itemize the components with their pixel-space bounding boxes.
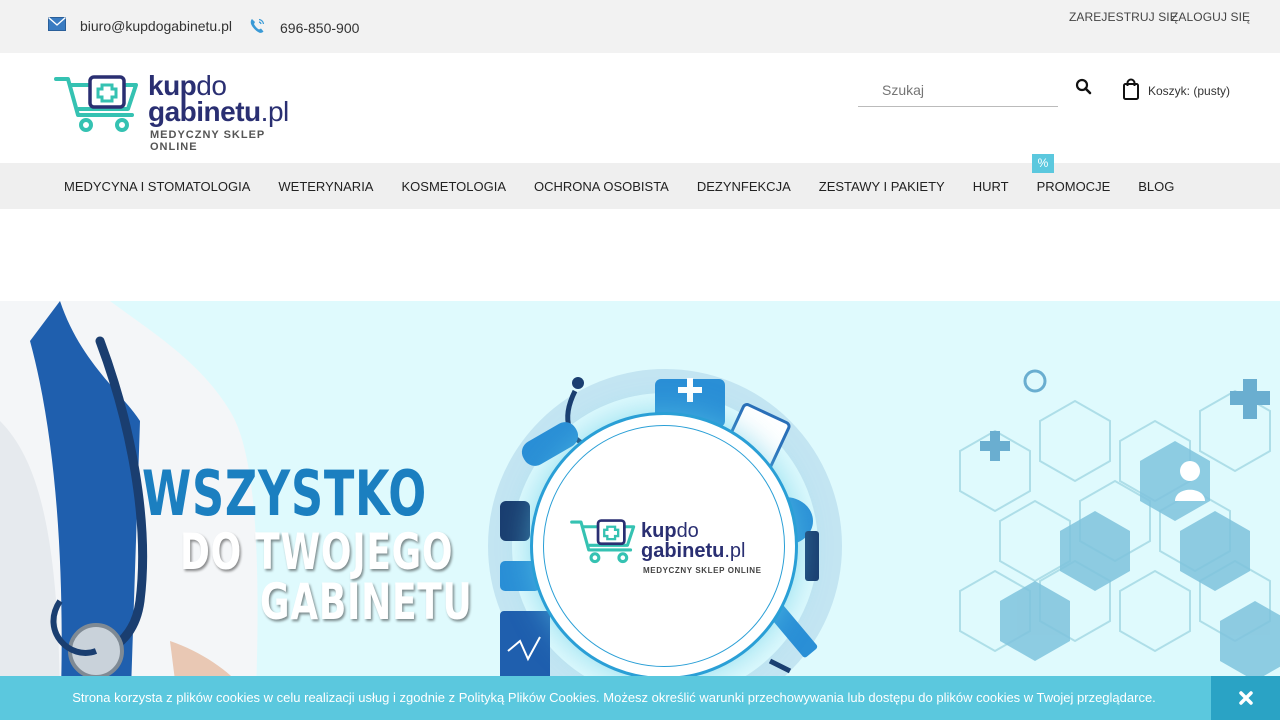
banner-logo-line-2: gabinetu.pl <box>641 540 746 562</box>
contact-email[interactable]: biuro@kupdogabinetu.pl <box>48 16 232 34</box>
hero-banner[interactable]: WSZYSTKO DO TWOJEGO GABINETU kupdo gabin… <box>0 301 1280 720</box>
nav-item-promocje[interactable]: PROMOCJE <box>1037 179 1111 194</box>
shopping-bag-icon <box>1122 78 1140 103</box>
promo-badge: % <box>1032 154 1054 173</box>
nav-item-weterynaria[interactable]: WETERYNARIA <box>278 179 373 194</box>
cookie-close-button[interactable] <box>1211 676 1280 720</box>
nav-item-kosmetologia[interactable]: KOSMETOLOGIA <box>401 179 506 194</box>
phone-text: 696-850-900 <box>280 19 360 36</box>
banner-logo-tagline: MEDYCZNY SKLEP ONLINE <box>643 566 762 575</box>
cookie-bar: Strona korzysta z plików cookies w celu … <box>0 676 1280 720</box>
cart-plus-icon <box>54 75 138 132</box>
logo-line-2: gabinetu.pl <box>148 96 289 127</box>
nav-item-dezynfekcja[interactable]: DEZYNFEKCJA <box>697 179 791 194</box>
header: kupdo gabinetu.pl MEDYCZNY SKLEP ONLINE … <box>0 53 1280 163</box>
envelope-icon <box>48 16 66 34</box>
email-text: biuro@kupdogabinetu.pl <box>80 17 232 34</box>
nav-item-medycyna[interactable]: MEDYCYNA I STOMATOLOGIA <box>64 179 250 194</box>
banner-headline-1: WSZYSTKO <box>142 457 427 530</box>
search-input[interactable] <box>858 73 1058 106</box>
logo-tagline: MEDYCZNY SKLEP ONLINE <box>150 129 266 153</box>
register-link[interactable]: ZAREJESTRUJ SIĘ <box>1069 10 1178 24</box>
nav-item-hurt[interactable]: HURT <box>973 179 1009 194</box>
banner-logo-line-1: kupdo <box>641 520 699 542</box>
search-button[interactable] <box>1075 78 1095 98</box>
top-bar: biuro@kupdogabinetu.pl 696-850-900 ZAREJ… <box>0 0 1280 53</box>
cookie-text: Strona korzysta z plików cookies w celu … <box>72 690 1156 705</box>
close-icon <box>1238 691 1253 705</box>
search-box <box>858 73 1058 107</box>
main-nav: MEDYCYNA I STOMATOLOGIA WETERYNARIA KOSM… <box>0 163 1280 209</box>
cart-label: Koszyk: (pusty) <box>1148 83 1231 98</box>
banner-headline-3: GABINETU <box>260 573 473 631</box>
login-link[interactable]: ZALOGUJ SIĘ <box>1171 10 1250 24</box>
cart-button[interactable]: Koszyk: (pusty) <box>1122 78 1230 103</box>
medical-hexagons-image <box>959 369 1280 681</box>
phone-icon <box>248 17 266 38</box>
nav-item-zestawy[interactable]: ZESTAWY I PAKIETY <box>819 179 945 194</box>
contact-phone[interactable]: 696-850-900 <box>248 17 359 38</box>
cart-plus-icon <box>570 519 636 564</box>
site-logo[interactable]: kupdo gabinetu.pl MEDYCZNY SKLEP ONLINE <box>54 71 314 153</box>
nav-item-ochrona[interactable]: OCHRONA OSOBISTA <box>534 179 669 194</box>
banner-logo-circle: kupdo gabinetu.pl MEDYCZNY SKLEP ONLINE <box>530 412 798 680</box>
nav-item-blog[interactable]: BLOG <box>1138 179 1174 194</box>
search-icon <box>1075 78 1092 95</box>
